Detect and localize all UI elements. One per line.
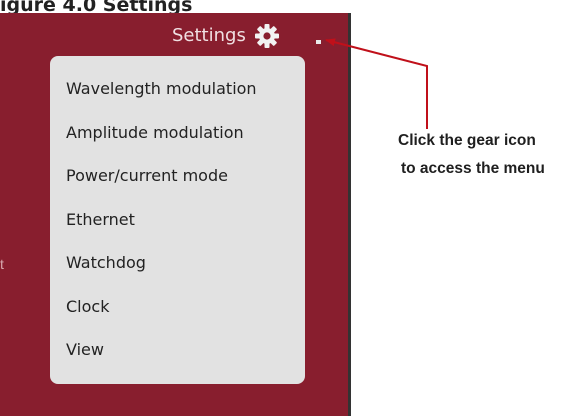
callout-line-2: to access the menu xyxy=(401,160,545,177)
callout-arrow xyxy=(325,38,428,129)
callout-text: Click the gear icon to access the menu xyxy=(398,127,587,183)
callout-line-1: Click the gear icon xyxy=(398,132,536,149)
